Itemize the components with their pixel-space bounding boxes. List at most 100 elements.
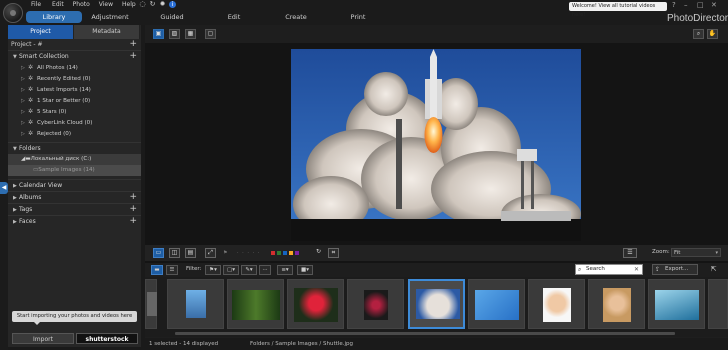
settings-icon[interactable]: ✹	[159, 1, 166, 8]
project-name: Project - #	[11, 41, 43, 48]
search-icon: ⌕	[578, 266, 582, 273]
fullscreen-button[interactable]: ⤢	[205, 248, 216, 258]
mode-adjustment[interactable]: Adjustment	[82, 11, 138, 23]
color-label-red[interactable]	[271, 251, 275, 255]
section-title: Smart Collection	[19, 53, 69, 60]
zoom-select[interactable]: Fit	[671, 248, 721, 257]
shutterstock-button[interactable]: shutterstock	[76, 333, 138, 344]
project-row[interactable]: Project - # +	[8, 39, 141, 50]
mode-guided[interactable]: Guided	[144, 11, 200, 23]
sidebar-item-latest-imports[interactable]: ▷ ✲ Latest Imports (14)	[8, 84, 141, 95]
maximize-icon[interactable]: □	[697, 1, 704, 9]
grid-view-button[interactable]: ▦	[185, 29, 196, 39]
info-icon[interactable]: i	[169, 1, 176, 8]
rating-stars[interactable]: · · · · ·	[237, 250, 260, 256]
filmstrip-scrollbar[interactable]	[175, 332, 675, 335]
main-photo[interactable]	[291, 49, 581, 241]
sidebar-item-cyberlink-cloud[interactable]: ▷ ✲ CyberLink Cloud (0)	[8, 117, 141, 128]
thumbnail-8[interactable]	[588, 279, 645, 329]
add-face-icon[interactable]: +	[129, 216, 137, 227]
add-project-icon[interactable]: +	[129, 39, 137, 50]
mode-create[interactable]: Create	[268, 11, 324, 23]
folder-drive-c[interactable]: ◢▬Локальный диск (C:)	[8, 154, 141, 165]
thumbnail-1[interactable]	[167, 279, 224, 329]
thumbnail-9[interactable]	[648, 279, 705, 329]
thumbnail-2[interactable]	[227, 279, 284, 329]
thumbnail-3[interactable]	[287, 279, 344, 329]
select-button[interactable]: ■▾	[297, 265, 313, 275]
flag-icon[interactable]: ⚑	[223, 250, 228, 256]
sort-menu-icon[interactable]: ☰	[623, 248, 637, 258]
help-icon[interactable]: ?	[672, 1, 676, 9]
section-albums[interactable]: ▶ Albums +	[8, 191, 141, 203]
color-label-blue[interactable]	[283, 251, 287, 255]
thumbnail-partial[interactable]	[145, 279, 157, 329]
mode-edit[interactable]: Edit	[206, 11, 262, 23]
add-smart-collection-icon[interactable]: +	[129, 51, 137, 62]
collapse-sidebar-icon[interactable]: ◀	[0, 182, 8, 194]
compare-view-button[interactable]: ▨	[169, 29, 180, 39]
color-label-yellow[interactable]	[289, 251, 293, 255]
color-label-purple[interactable]	[295, 251, 299, 255]
sidebar-item-label: CyberLink Cloud (0)	[37, 120, 93, 126]
sidebar-item-all-photos[interactable]: ▷ ✲ All Photos (14)	[8, 62, 141, 73]
search-input[interactable]: ⌕ Search ✕	[575, 264, 643, 275]
second-display-button[interactable]: ▢	[205, 29, 216, 39]
mode-print[interactable]: Print	[330, 11, 386, 23]
refresh-icon[interactable]: ↻	[149, 1, 156, 8]
menu-view[interactable]: View	[99, 0, 118, 8]
hand-tool-button[interactable]: ✋	[707, 29, 718, 39]
section-smart-collection[interactable]: ▼ Smart Collection +	[8, 50, 141, 62]
selection-status: 1 selected - 14 displayed	[149, 341, 219, 347]
export-button[interactable]: ⇪ Export...	[652, 264, 698, 275]
view-multi-button[interactable]: ▤	[185, 248, 196, 258]
thumbnail-4[interactable]	[347, 279, 404, 329]
add-album-icon[interactable]: +	[129, 192, 137, 203]
welcome-banner[interactable]: Welcome! View all tutorial videos here!	[569, 2, 667, 18]
thumbnail-view-button[interactable]: ▬	[151, 265, 163, 275]
color-label-green[interactable]	[277, 251, 281, 255]
more-filter-button[interactable]: ···	[259, 265, 271, 275]
filter-bar: ▬ ☰ Filter: ⚑▾ ▢▾ ✎▾ ··· ≡▾ ■▾ ⌕ Search …	[145, 263, 728, 277]
thumbnail-5-selected[interactable]	[408, 279, 465, 329]
mode-library[interactable]: Library	[26, 11, 82, 23]
tab-metadata[interactable]: Metadata	[74, 25, 140, 39]
clear-search-icon[interactable]: ✕	[634, 265, 639, 274]
close-icon[interactable]: ✕	[711, 1, 717, 9]
menu-photo[interactable]: Photo	[73, 0, 95, 8]
menu-help[interactable]: Help	[122, 0, 141, 8]
list-view-button[interactable]: ☰	[166, 265, 178, 275]
section-calendar-view[interactable]: ▶ Calendar View	[8, 179, 141, 191]
sidebar-item-1-star[interactable]: ▷ ✲ 1 Star or Better (0)	[8, 95, 141, 106]
tab-project[interactable]: Project	[8, 25, 74, 39]
section-tags[interactable]: ▶ Tags +	[8, 203, 141, 215]
folder-sample-images[interactable]: ▭Sample Images (14)	[8, 165, 141, 176]
menu-file[interactable]: File	[31, 0, 46, 8]
flag-filter-button[interactable]: ⚑▾	[205, 265, 221, 275]
sidebar-item-rejected[interactable]: ▷ ✲ Rejected (0)	[8, 128, 141, 139]
menu-edit[interactable]: Edit	[52, 0, 69, 8]
view-single-button[interactable]: ▭	[153, 248, 164, 258]
sidebar-item-5-stars[interactable]: ▷ ✲ 5 Stars (0)	[8, 106, 141, 117]
section-folders[interactable]: ▼ Folders	[8, 142, 141, 154]
single-view-button[interactable]: ▣	[153, 29, 164, 39]
open-external-icon[interactable]: ⇱	[708, 265, 719, 274]
user-icon[interactable]: ◌	[139, 1, 146, 8]
edit-filter-button[interactable]: ✎▾	[241, 265, 257, 275]
rotate-icon[interactable]: ↻	[313, 248, 324, 258]
thumbnail-6[interactable]	[468, 279, 525, 329]
crop-icon[interactable]: ⌗	[328, 248, 339, 258]
sidebar-item-recently-edited[interactable]: ▷ ✲ Recently Edited (0)	[8, 73, 141, 84]
section-faces[interactable]: ▶ Faces +	[8, 215, 141, 227]
zoom-tool-button[interactable]: ⌕	[693, 29, 704, 39]
thumbnail-partial-right[interactable]	[708, 279, 728, 329]
minimize-icon[interactable]: –	[684, 1, 688, 9]
import-button[interactable]: Import	[12, 333, 74, 344]
app-logo-icon[interactable]	[3, 3, 23, 23]
thumbnail-7[interactable]	[528, 279, 585, 329]
view-compare-button[interactable]: ◫	[169, 248, 180, 258]
rating-filter-button[interactable]: ▢▾	[223, 265, 239, 275]
add-tag-icon[interactable]: +	[129, 204, 137, 215]
section-title: Faces	[19, 218, 36, 225]
sort-button[interactable]: ≡▾	[277, 265, 293, 275]
